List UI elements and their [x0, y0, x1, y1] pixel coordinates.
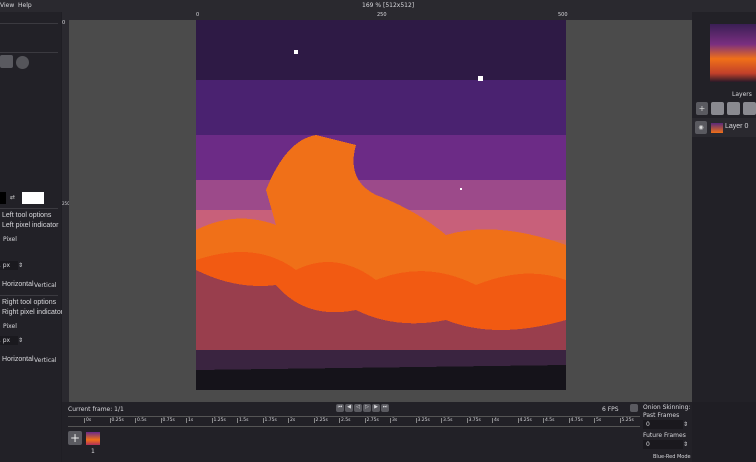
timeline-tick: 1s — [186, 418, 194, 423]
zoom-level: 169 % — [362, 2, 382, 9]
timeline-tick: 4.25s — [517, 418, 532, 423]
blue-red-mode-checkbox[interactable]: Blue-Red Mode — [653, 454, 691, 460]
timeline-tick: 2.5s — [339, 418, 351, 423]
swap-colors-icon[interactable]: ⇄ — [10, 194, 18, 202]
timeline-tick: 1.5s — [237, 418, 249, 423]
left-tool-options-title: Left tool options — [2, 212, 52, 219]
timeline-tick: 2.75s — [364, 418, 379, 423]
layer-visibility-icon[interactable]: ◉ — [695, 121, 707, 134]
onion-title: Onion Skinning: — [643, 404, 691, 411]
canvas-preview — [710, 24, 756, 82]
first-frame-icon[interactable]: ⏮ — [336, 404, 344, 412]
timeline-tick: 3s — [390, 418, 398, 423]
timeline-tick: 0.25s — [109, 418, 124, 423]
right-mirror-horizontal[interactable]: Horizontal — [2, 356, 34, 363]
fps-input[interactable]: 6 FPS — [602, 406, 619, 413]
past-frames-label: Past Frames — [643, 412, 680, 419]
left-mirror-horizontal[interactable]: Horizontal — [2, 281, 34, 288]
timeline-tick: 0s — [84, 418, 92, 423]
vertical-ruler: 0 250 — [62, 20, 70, 402]
timeline-tick: 4.75s — [568, 418, 583, 423]
timeline-tick: 3.25s — [415, 418, 430, 423]
shading-tool-icon[interactable] — [16, 56, 29, 69]
add-layer-button[interactable]: + — [696, 102, 708, 115]
past-frames-input[interactable]: 0 — [643, 420, 683, 429]
play-backwards-icon[interactable]: ◁ — [354, 404, 362, 412]
remove-layer-button[interactable] — [711, 102, 724, 115]
layer-row[interactable]: ◉ Layer 0 — [692, 118, 756, 137]
right-tool-options-title: Right tool options — [2, 299, 57, 306]
primary-color-swatch[interactable] — [0, 192, 6, 204]
timeline-tick: 5s — [594, 418, 602, 423]
last-frame-icon[interactable]: ⏭ — [381, 404, 389, 412]
next-frame-icon[interactable]: ▶ — [372, 404, 380, 412]
spin-arrows-icon[interactable]: ⇕ — [18, 337, 23, 344]
move-layer-up-button[interactable] — [727, 102, 740, 115]
timeline-tick: 5.25s — [619, 418, 634, 423]
current-frame-label: Current frame: 1/1 — [68, 406, 124, 413]
previous-frame-icon[interactable]: ◀ — [345, 404, 353, 412]
right-brush-type[interactable]: Pixel — [3, 323, 17, 330]
spin-arrows-icon[interactable]: ⇕ — [683, 421, 688, 428]
layer-name: Layer 0 — [725, 123, 749, 130]
canvas-size: [512x512] — [383, 2, 415, 9]
timeline-tick: 4.5s — [543, 418, 555, 423]
timeline-tick: 3.75s — [466, 418, 481, 423]
future-frames-input[interactable]: 0 — [643, 440, 683, 449]
loop-button[interactable] — [630, 404, 638, 412]
right-panel: Layers + ◉ Layer 0 — [692, 12, 756, 402]
onion-skinning-panel: Onion Skinning: Past Frames 0 ⇕ Future F… — [640, 402, 692, 462]
timeline-tick: 2s — [288, 418, 296, 423]
frame-thumbnail[interactable] — [86, 432, 100, 445]
playback-controls: ⏮ ◀ ◁ ▷ ▶ ⏭ — [336, 404, 389, 412]
spin-arrows-icon[interactable]: ⇕ — [18, 262, 23, 269]
right-mirror-vertical[interactable]: Vertical — [34, 357, 56, 364]
left-brush-size-input[interactable]: 1 px — [0, 261, 18, 270]
add-frame-button[interactable]: + — [68, 431, 82, 445]
timeline-ruler[interactable]: 0s 0.25s 0.5s 0.75s 1s 1.25s 1.5s 1.75s 2s 2.25s 2… — [84, 418, 644, 426]
frame-number: 1 — [91, 448, 95, 455]
timeline-tick: 0.5s — [135, 418, 147, 423]
pixel-art-canvas[interactable] — [196, 20, 566, 390]
timeline-tick: 2.25s — [313, 418, 328, 423]
tool-options-panel: ⇄ Left tool options Left pixel indicator… — [0, 12, 63, 462]
timeline-tick: 3.5s — [441, 418, 453, 423]
timeline-tick: 1.25s — [211, 418, 226, 423]
spin-arrows-icon[interactable]: ⇕ — [683, 441, 688, 448]
right-brush-size-input[interactable]: 1 px — [0, 336, 18, 345]
timeline-tick: 4s — [492, 418, 500, 423]
horizontal-ruler: 0 250 500 — [62, 12, 692, 20]
future-frames-label: Future Frames — [643, 432, 686, 439]
play-forward-icon[interactable]: ▷ — [363, 404, 371, 412]
layers-title: Layers — [732, 91, 752, 98]
move-layer-down-button[interactable] — [743, 102, 756, 115]
left-brush-type[interactable]: Pixel — [3, 236, 17, 243]
secondary-color-swatch[interactable] — [22, 192, 44, 204]
menu-bar: View Help 169 % [512x512] — [0, 0, 756, 12]
bucket-tool-icon[interactable] — [0, 55, 13, 68]
left-pixel-indicator-checkbox[interactable]: Left pixel indicator — [2, 222, 58, 229]
menu-view[interactable]: View — [0, 2, 14, 9]
timeline-tick: 1.75s — [262, 418, 277, 423]
timeline-tick: 0.75s — [160, 418, 175, 423]
right-pixel-indicator-checkbox[interactable]: Right pixel indicator — [2, 309, 63, 316]
menu-help[interactable]: Help — [18, 2, 32, 9]
left-mirror-vertical[interactable]: Vertical — [34, 282, 56, 289]
layer-thumbnail — [711, 123, 723, 133]
timeline-panel: Current frame: 1/1 ⏮ ◀ ◁ ▷ ▶ ⏭ 6 FPS 0s 0… — [62, 402, 640, 462]
